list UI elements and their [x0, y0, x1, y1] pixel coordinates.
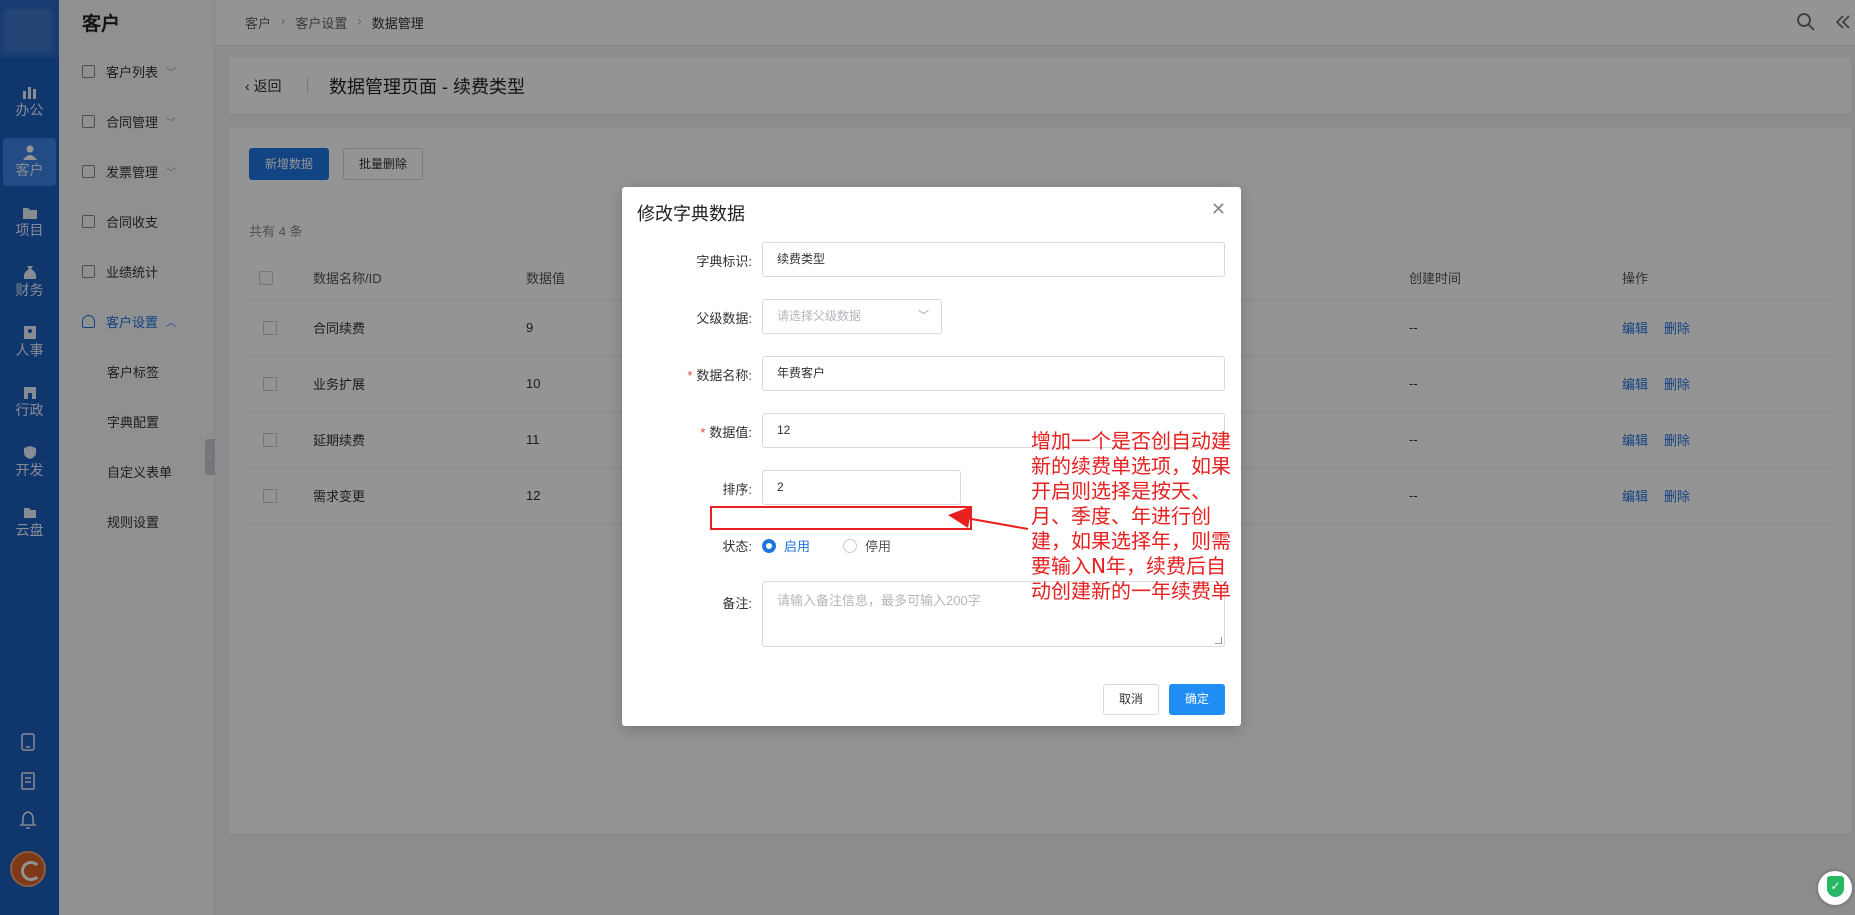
- remark-label: 备注:: [722, 596, 752, 611]
- radio-label: 停用: [865, 539, 892, 554]
- value-label-text: 数据值:: [709, 425, 752, 440]
- dict-key-input[interactable]: 续费类型: [762, 242, 1225, 277]
- sort-label: 排序:: [722, 482, 752, 497]
- sort-input[interactable]: 2: [762, 470, 961, 505]
- parent-label: 父级数据:: [696, 311, 752, 326]
- required-mark: *: [687, 368, 693, 383]
- radio-label: 启用: [784, 539, 811, 554]
- annotation-highlight-box: [710, 506, 972, 530]
- confirm-button[interactable]: 确定: [1169, 684, 1225, 715]
- chevron-down-icon: ﹀: [918, 310, 929, 322]
- annotation-note: 增加一个是否创自动建新的续费单选项，如果开启则选择是按天、月、季度、年进行创建，…: [1031, 429, 1231, 603]
- data-name-input[interactable]: 年费客户: [762, 356, 1225, 391]
- required-mark: *: [700, 425, 706, 440]
- status-enabled-radio[interactable]: 启用: [762, 536, 810, 555]
- name-label: * 数据名称:: [642, 365, 752, 384]
- cancel-button[interactable]: 取消: [1103, 684, 1159, 715]
- radio-selected-icon: [762, 538, 776, 553]
- status-label: 状态:: [722, 539, 752, 554]
- parent-select-placeholder: 请选择父级数据: [777, 309, 862, 323]
- parent-select[interactable]: 请选择父级数据 ﹀: [762, 299, 942, 334]
- dialog-title: 修改字典数据: [637, 204, 745, 224]
- dict-key-label: 字典标识:: [696, 254, 752, 269]
- name-label-text: 数据名称:: [696, 368, 752, 383]
- radio-unselected-icon: [843, 538, 857, 553]
- close-icon[interactable]: ✕: [1211, 200, 1226, 218]
- security-shield-icon[interactable]: [1818, 871, 1852, 905]
- status-disabled-radio[interactable]: 停用: [843, 536, 891, 555]
- value-label: * 数据值:: [642, 422, 752, 441]
